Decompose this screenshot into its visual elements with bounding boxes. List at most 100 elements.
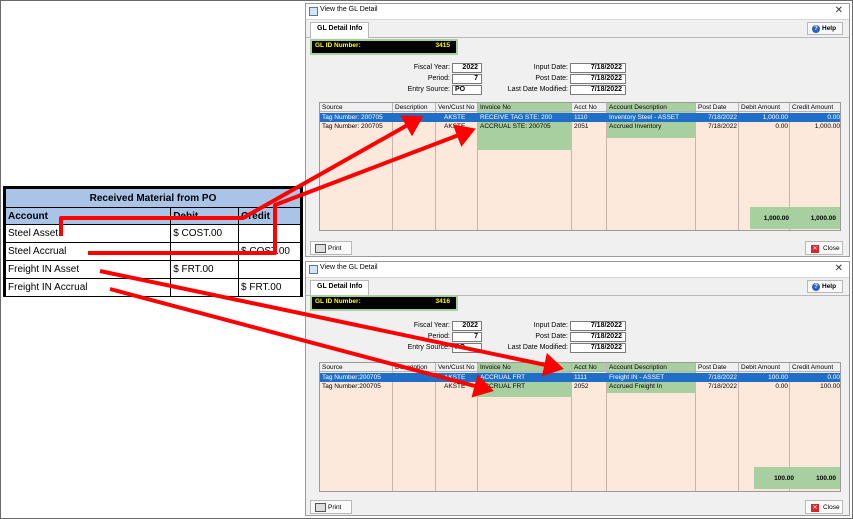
col-header-credit[interactable]: Credit Amount [790, 363, 840, 372]
fiscal-year-label: Fiscal Year: [413, 322, 450, 329]
cell-invoice: ACCRUAL FRT [480, 383, 526, 390]
window-close-icon[interactable]: ✕ [835, 263, 843, 274]
cell-source: Tag Number: 200705 [322, 114, 383, 121]
help-label: Help [822, 283, 837, 290]
col-header-acct-no[interactable]: Acct No [572, 103, 607, 112]
cell-credit: 1,000.00 [814, 123, 840, 130]
entry-source-label: Entry Source: [407, 86, 450, 93]
cell-description [393, 373, 436, 382]
total-debit: 1,000.00 [763, 215, 789, 222]
debit-value [170, 242, 240, 261]
last-modified-field[interactable]: 7/18/2022 [570, 343, 626, 353]
tab-gl-detail-info[interactable]: GL Detail Info [310, 22, 370, 38]
window-close-icon[interactable]: ✕ [835, 5, 843, 16]
col-header-credit[interactable]: Credit Amount [790, 103, 840, 112]
window-titlebar[interactable]: View the GL Detail ✕ [306, 4, 849, 20]
total-credit: 100.00 [816, 475, 836, 482]
gl-id-panel: GL ID Number: 3416 [310, 295, 458, 311]
tab-gl-detail-info[interactable]: GL Detail Info [310, 280, 370, 296]
col-header-vencust[interactable]: Ven/Cust No [436, 363, 478, 372]
col-header-post-date[interactable]: Post Date [696, 363, 739, 372]
cell-vencust: AKSTE [444, 383, 466, 390]
cell-vencust: AKSTE [444, 374, 466, 381]
cell-post-date: 7/18/2022 [708, 114, 737, 121]
gl-id-value: 3416 [435, 298, 450, 305]
help-button[interactable]: ? Help [807, 280, 843, 293]
col-header-source[interactable]: Source [320, 363, 393, 372]
fiscal-year-field[interactable]: 2022 [452, 321, 482, 331]
col-header-debit[interactable]: Debit Amount [739, 103, 790, 112]
help-icon: ? [812, 283, 820, 291]
col-header-debit[interactable]: Debit Amount [739, 363, 790, 372]
gl-id-label: GL ID Number: [315, 298, 361, 305]
print-label: Print [328, 245, 342, 252]
credit-value: $ FRT.00 [238, 278, 301, 297]
cell-acct-no: 2052 [574, 383, 589, 390]
close-label: Close [823, 245, 840, 252]
table-row[interactable]: Tag Number:200705 AKSTE ACCRUAL FRT 2052… [320, 382, 840, 391]
debit-value: $ FRT.00 [170, 260, 240, 279]
col-header-invoice[interactable]: Invoice No [478, 363, 572, 372]
print-button[interactable]: Print [310, 241, 352, 255]
input-date-field[interactable]: 7/18/2022 [570, 321, 626, 331]
post-date-field[interactable]: 7/18/2022 [570, 74, 626, 84]
credit-value [238, 260, 301, 279]
table-row[interactable]: Tag Number:200705 AKSTE ACCRUAL FRT 1111… [320, 373, 840, 382]
close-label: Close [823, 504, 840, 511]
input-date-label: Input Date: [533, 64, 568, 71]
period-label: Period: [427, 75, 450, 82]
table-row[interactable]: Tag Number: 200705 AKSTE RECEIVE TAG STE… [320, 113, 840, 122]
col-header-description[interactable]: Description [393, 363, 436, 372]
account-name: Freight IN Accrual [4, 278, 172, 297]
cell-acct-desc: Inventory Steel - ASSET [609, 114, 680, 121]
close-button[interactable]: ✕ Close [805, 241, 843, 255]
cell-debit: 0.00 [775, 123, 788, 130]
cell-vencust: AKSTE [444, 123, 466, 130]
input-date-label: Input Date: [533, 322, 568, 329]
period-field[interactable]: 7 [452, 74, 482, 84]
cell-vencust: AKSTE [444, 114, 466, 121]
print-button[interactable]: Print [310, 500, 352, 514]
cell-debit: 1,000.00 [762, 114, 788, 121]
close-button[interactable]: ✕ Close [805, 500, 843, 514]
cell-acct-no: 1110 [574, 114, 588, 121]
entry-source-label: Entry Source: [407, 344, 450, 351]
credit-value [238, 224, 301, 243]
cell-debit: 100.00 [768, 374, 788, 381]
col-header-vencust[interactable]: Ven/Cust No [436, 103, 478, 112]
debit-value: $ COST.00 [170, 224, 240, 243]
last-modified-field[interactable]: 7/18/2022 [570, 85, 626, 95]
col-header-debit: Debit [170, 207, 240, 225]
cell-acct-no: 2051 [574, 123, 589, 130]
period-field[interactable]: 7 [452, 332, 482, 342]
help-button[interactable]: ? Help [807, 22, 843, 35]
col-header-acct-desc[interactable]: Account Description [607, 103, 696, 112]
tab-strip: GL Detail Info ? Help [306, 20, 849, 38]
col-header-description[interactable]: Description [393, 103, 436, 112]
gl-detail-grid[interactable]: Source Description Ven/Cust No Invoice N… [319, 362, 841, 492]
print-label: Print [328, 504, 342, 511]
fiscal-year-field[interactable]: 2022 [452, 63, 482, 73]
table-row[interactable]: Tag Number: 200705 AKSTE ACCRUAL STE: 20… [320, 122, 840, 131]
gl-detail-window-2: View the GL Detail ✕ GL Detail Info ? Hel… [305, 261, 850, 516]
col-header-credit: Credit [238, 207, 301, 225]
entry-source-field[interactable]: PO [452, 85, 482, 95]
entry-source-field[interactable]: PO [452, 343, 482, 353]
col-header-invoice[interactable]: Invoice No [478, 103, 572, 112]
gl-detail-grid[interactable]: Source Description Ven/Cust No Invoice N… [319, 102, 841, 231]
cell-acct-desc: Accrued Inventory [609, 123, 662, 130]
window-titlebar[interactable]: View the GL Detail ✕ [306, 262, 849, 278]
input-date-field[interactable]: 7/18/2022 [570, 63, 626, 73]
app-icon [309, 7, 318, 16]
post-date-field[interactable]: 7/18/2022 [570, 332, 626, 342]
cell-source: Tag Number: 200705 [322, 123, 383, 130]
help-label: Help [822, 25, 837, 32]
last-modified-label: Last Date Modified: [507, 86, 568, 93]
account-name: Steel Asset [4, 224, 172, 243]
col-header-post-date[interactable]: Post Date [696, 103, 739, 112]
post-date-label: Post Date: [535, 333, 568, 340]
col-header-source[interactable]: Source [320, 103, 393, 112]
last-modified-label: Last Date Modified: [507, 344, 568, 351]
col-header-acct-no[interactable]: Acct No [572, 363, 607, 372]
col-header-acct-desc[interactable]: Account Description [607, 363, 696, 372]
